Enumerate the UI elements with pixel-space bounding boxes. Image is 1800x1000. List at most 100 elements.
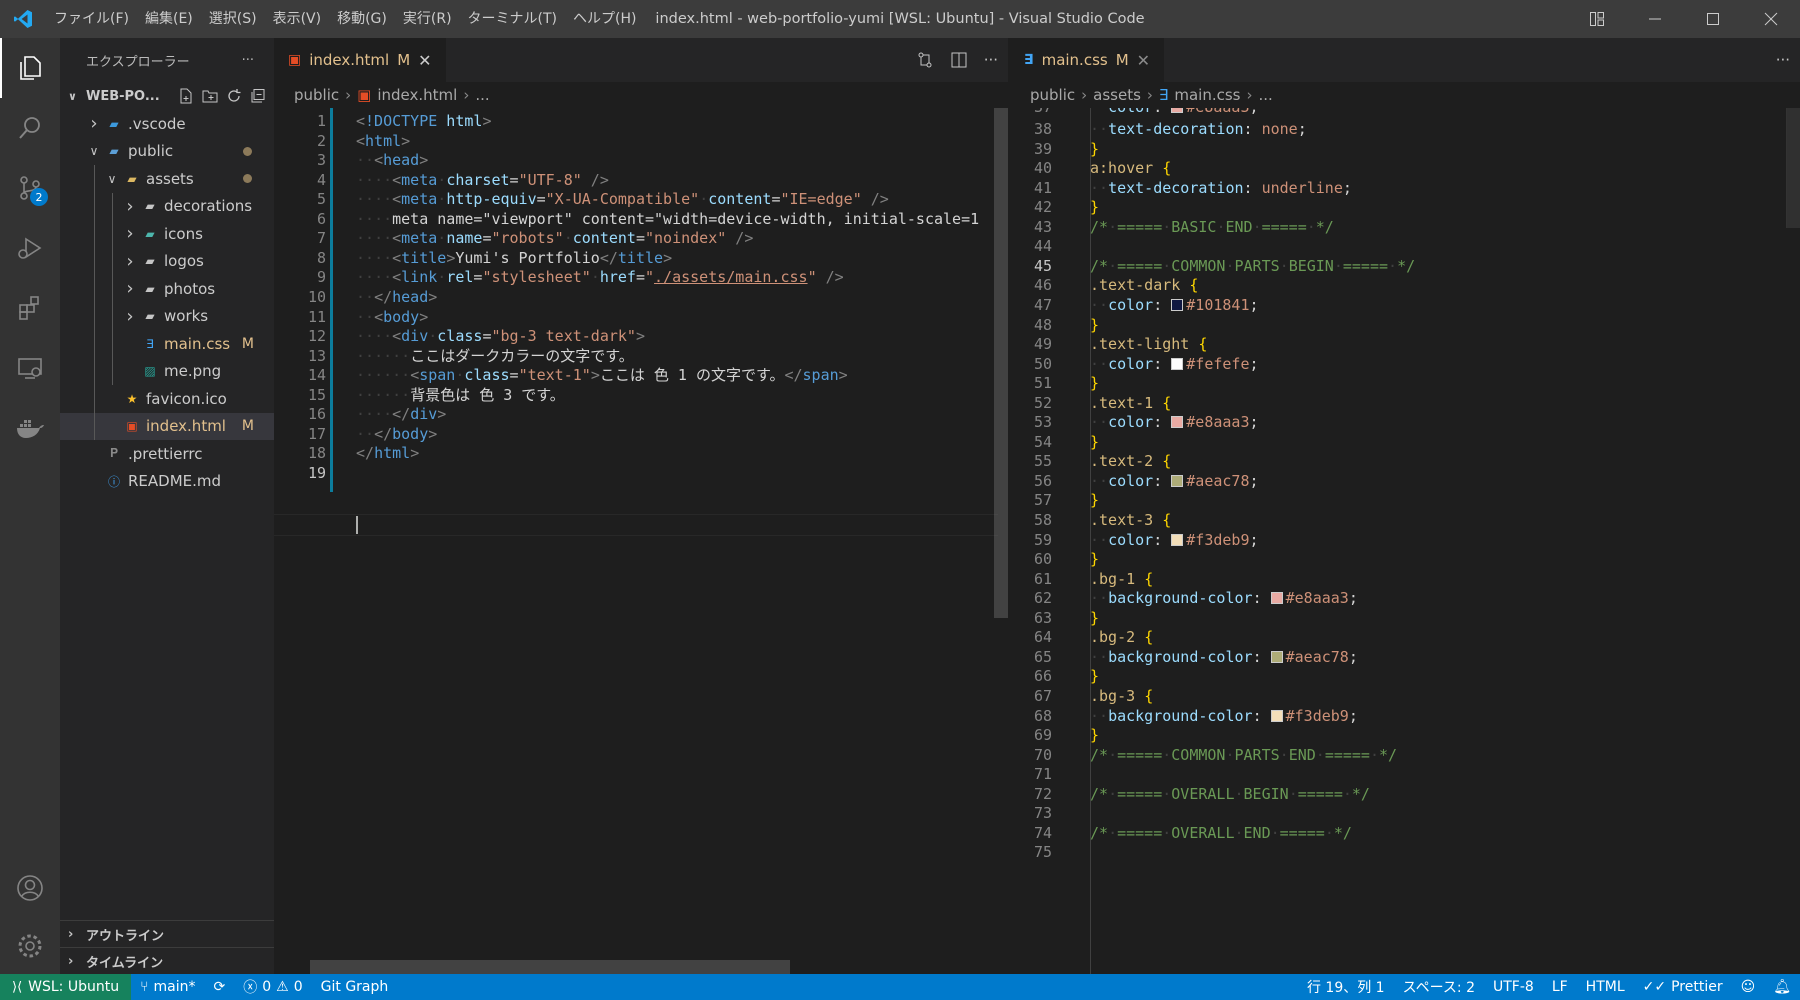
close-icon[interactable]: ✕ bbox=[1137, 51, 1150, 70]
layout-icon[interactable] bbox=[1568, 0, 1626, 38]
chevron-right-icon: › bbox=[126, 223, 134, 245]
refresh-icon[interactable] bbox=[226, 88, 242, 104]
horizontal-scrollbar[interactable] bbox=[310, 960, 790, 974]
explorer-icon[interactable] bbox=[0, 38, 60, 98]
outline-section[interactable]: › アウトライン bbox=[60, 920, 274, 947]
minimize-button[interactable] bbox=[1626, 0, 1684, 38]
indent-guide bbox=[112, 302, 113, 330]
encoding[interactable]: UTF-8 bbox=[1484, 979, 1543, 995]
tree-item-prettierrc[interactable]: 𝐏 .prettierrc bbox=[60, 440, 274, 468]
line-number: 37 bbox=[1010, 108, 1052, 119]
search-icon[interactable] bbox=[0, 98, 60, 158]
breadcrumb-item[interactable]: public bbox=[1030, 86, 1075, 104]
more-actions-icon[interactable]: ··· bbox=[1776, 51, 1790, 69]
new-folder-icon[interactable] bbox=[202, 88, 218, 104]
menu-item[interactable]: 選択(S) bbox=[201, 0, 265, 38]
line-ending[interactable]: LF bbox=[1543, 979, 1577, 995]
git-graph-button[interactable]: Git Graph bbox=[312, 979, 398, 995]
tree-item-assets[interactable]: ∨ ▰ assets bbox=[60, 165, 274, 193]
tree-item-photos[interactable]: › ▰ photos bbox=[60, 275, 274, 303]
notifications-bell-icon[interactable]: 🔔︎ bbox=[1764, 979, 1800, 995]
chevron-right-icon: › bbox=[68, 953, 74, 969]
remote-label: WSL: Ubuntu bbox=[28, 979, 120, 995]
tree-item-decorations[interactable]: › ▰ decorations bbox=[60, 192, 274, 220]
folder-icon: ▰ bbox=[145, 281, 155, 296]
extensions-icon[interactable] bbox=[0, 278, 60, 338]
breadcrumb-item[interactable]: assets bbox=[1093, 86, 1141, 104]
code-line: 19 bbox=[274, 462, 1008, 485]
close-button[interactable] bbox=[1742, 0, 1800, 38]
menu-item[interactable]: 表示(V) bbox=[265, 0, 330, 38]
new-file-icon[interactable] bbox=[178, 88, 194, 104]
menu-item[interactable]: ターミナル(T) bbox=[460, 0, 565, 38]
tree-item-logos[interactable]: › ▰ logos bbox=[60, 247, 274, 275]
docker-icon[interactable] bbox=[0, 398, 60, 458]
activity-bar: 2 bbox=[0, 38, 60, 974]
indent-guide bbox=[94, 165, 95, 193]
code-line: 75 bbox=[1010, 841, 1800, 864]
branch-indicator[interactable]: ⑂ main* bbox=[131, 979, 204, 995]
split-editor-icon[interactable] bbox=[950, 51, 968, 69]
source-control-icon[interactable]: 2 bbox=[0, 158, 60, 218]
cursor-position[interactable]: 行 19、列 1 bbox=[1298, 977, 1394, 997]
tab-main-css[interactable]: ∃ main.css M ✕ bbox=[1010, 38, 1165, 82]
menu-item[interactable]: 移動(G) bbox=[329, 0, 395, 38]
workspace-section-header[interactable]: ∨ WEB-PO... bbox=[60, 82, 274, 110]
menu-item[interactable]: 編集(E) bbox=[137, 0, 201, 38]
collapse-all-icon[interactable] bbox=[250, 88, 266, 104]
breadcrumb-item[interactable]: ... bbox=[475, 86, 489, 104]
tree-item-public[interactable]: ∨ ▰ public bbox=[60, 138, 274, 166]
sync-button[interactable]: ⟳ bbox=[205, 979, 235, 995]
breadcrumb-item[interactable]: index.html bbox=[377, 86, 457, 104]
timeline-section[interactable]: › タイムライン bbox=[60, 947, 274, 974]
language-mode[interactable]: HTML bbox=[1577, 979, 1634, 995]
menu-item[interactable]: ファイル(F) bbox=[46, 0, 137, 38]
maximize-button[interactable] bbox=[1684, 0, 1742, 38]
gear-icon[interactable] bbox=[0, 916, 60, 976]
breadcrumb-item[interactable]: public bbox=[294, 86, 339, 104]
tree-item-favicon-ico[interactable]: ★ favicon.ico bbox=[60, 385, 274, 413]
tree-item-main-css[interactable]: ∃ main.css M bbox=[60, 330, 274, 358]
tree-item-README-md[interactable]: ⓘ README.md bbox=[60, 468, 274, 496]
folder-icons-icon: ▰ bbox=[145, 226, 155, 241]
menu-bar: ファイル(F) 編集(E) 選択(S) 表示(V) 移動(G) 実行(R) ターミナル(T)… bbox=[46, 0, 644, 38]
tree-item-vscode[interactable]: › ▰ .vscode bbox=[60, 110, 274, 138]
remote-indicator[interactable]: ⟩⟨ WSL: Ubuntu bbox=[0, 974, 132, 1000]
menu-item[interactable]: ヘルプ(H) bbox=[565, 0, 644, 38]
open-changes-icon[interactable] bbox=[916, 51, 934, 69]
indentation[interactable]: スペース: 2 bbox=[1394, 977, 1484, 997]
run-debug-icon[interactable] bbox=[0, 218, 60, 278]
account-icon[interactable] bbox=[0, 858, 60, 918]
remote-explorer-icon[interactable] bbox=[0, 338, 60, 398]
html-file-icon: ▣ bbox=[357, 86, 372, 104]
feedback-icon[interactable]: ☺ bbox=[1732, 979, 1765, 995]
more-actions-icon[interactable]: ··· bbox=[984, 51, 998, 69]
title-bar: ファイル(F) 編集(E) 選択(S) 表示(V) 移動(G) 実行(R) ターミナル(T)… bbox=[0, 0, 1800, 38]
vertical-scrollbar[interactable] bbox=[1786, 108, 1800, 228]
chevron-right-icon: › bbox=[1246, 86, 1253, 104]
breadcrumb-item[interactable]: ... bbox=[1259, 86, 1273, 104]
close-icon[interactable]: ✕ bbox=[418, 51, 431, 70]
scm-badge: 2 bbox=[30, 188, 48, 206]
editor-group-left: ▣ index.html M ✕ ··· public › ▣ index.html ›… bbox=[274, 38, 1008, 974]
tab-index-html[interactable]: ▣ index.html M ✕ bbox=[274, 38, 446, 82]
menu-item[interactable]: 実行(R) bbox=[395, 0, 460, 38]
chevron-right-icon: › bbox=[345, 86, 352, 104]
html-file-icon: ▣ bbox=[288, 52, 302, 68]
tab-status: M bbox=[1115, 51, 1129, 69]
tree-item-works[interactable]: › ▰ works bbox=[60, 302, 274, 330]
tree-item-icons[interactable]: › ▰ icons bbox=[60, 220, 274, 248]
folder-blue-icon: ▰ bbox=[109, 144, 119, 159]
tree-item-index-html[interactable]: ▣ index.html M bbox=[60, 412, 274, 440]
code-editor-css[interactable]: 37··color: #e8aaa3;38··text-decoration: … bbox=[1010, 108, 1800, 974]
more-actions-icon[interactable]: ··· bbox=[242, 53, 254, 68]
indent-guide bbox=[94, 357, 95, 385]
problems-indicator[interactable]: ⓧ 0 ⚠ 0 bbox=[234, 977, 311, 997]
indent-guide bbox=[94, 192, 95, 220]
code-editor-html[interactable]: 1 <!DOCTYPE html> 2 <html> 3 ··<head> 4 ····<me… bbox=[274, 108, 1008, 974]
tab-status: M bbox=[397, 51, 411, 69]
modified-dot bbox=[243, 174, 252, 184]
prettier-status[interactable]: ✓✓ Prettier bbox=[1634, 979, 1732, 995]
breadcrumb-item[interactable]: main.css bbox=[1174, 86, 1240, 104]
tree-item-me-png[interactable]: ▨ me.png bbox=[60, 357, 274, 385]
